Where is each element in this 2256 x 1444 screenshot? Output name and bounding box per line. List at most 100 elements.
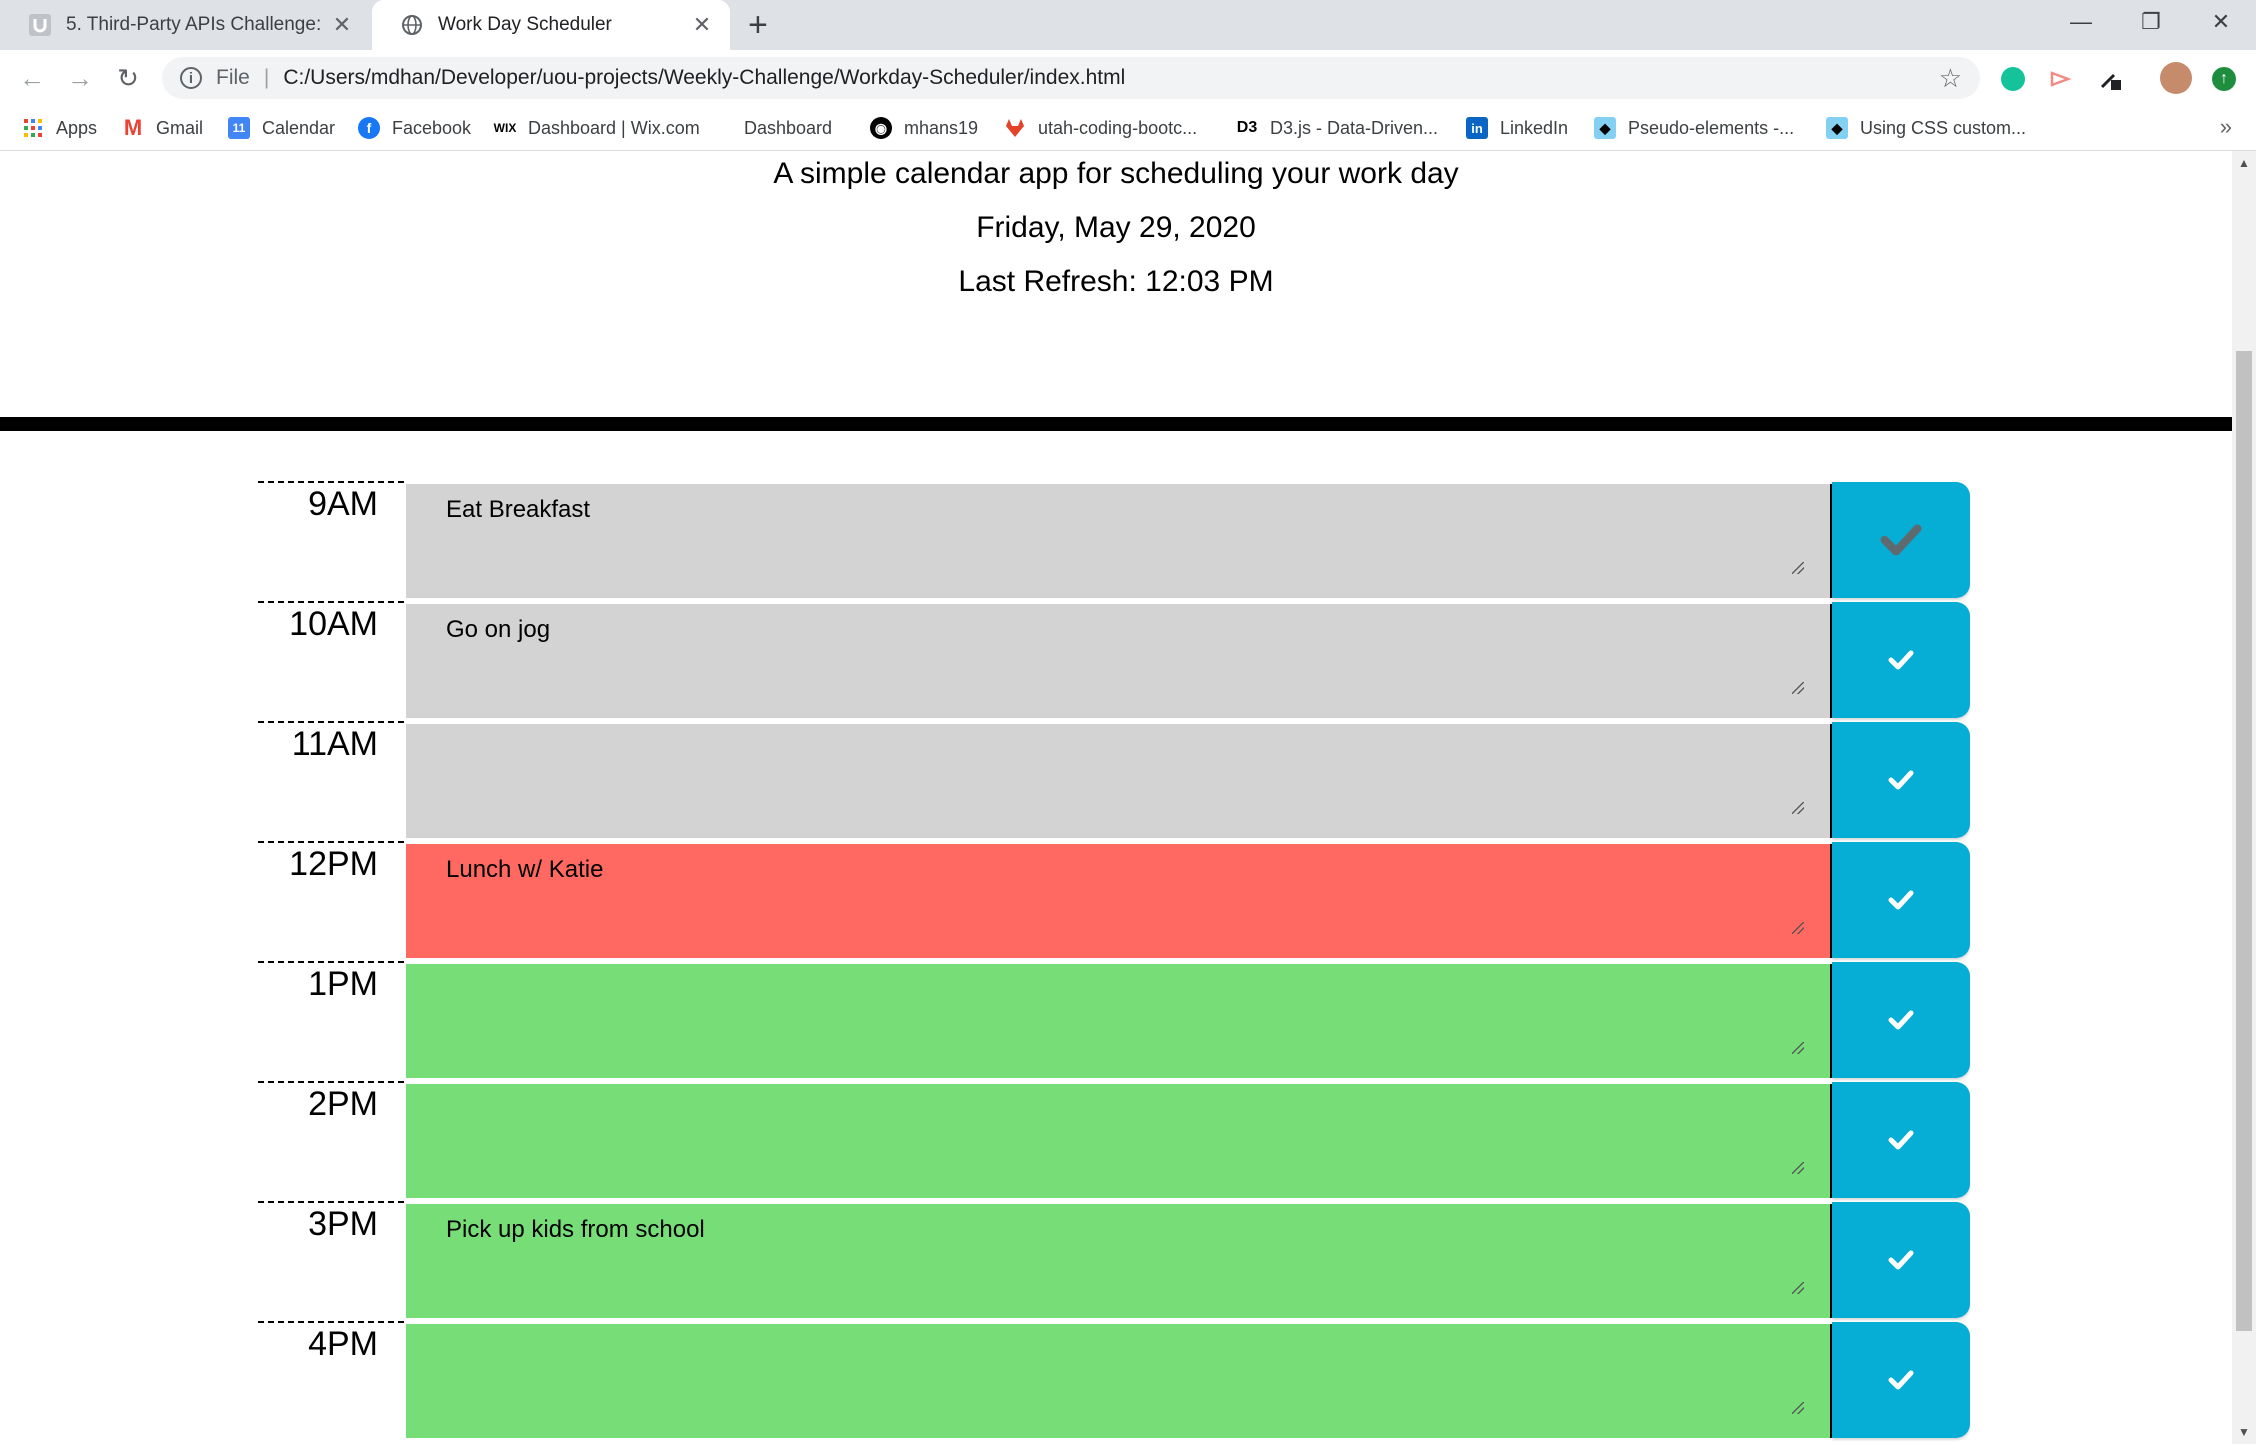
- save-button[interactable]: [1832, 1082, 1970, 1198]
- bookmark-github[interactable]: ◉ mhans19: [870, 106, 978, 150]
- bookmark-apps[interactable]: Apps: [22, 106, 97, 150]
- github-icon: ◉: [870, 117, 892, 139]
- update-arrow-icon[interactable]: ↑: [2212, 67, 2236, 91]
- resize-grip-icon[interactable]: [1792, 922, 1804, 934]
- apps-grid-icon: [22, 117, 44, 139]
- close-tab-icon[interactable]: ✕: [330, 12, 354, 37]
- resize-grip-icon[interactable]: [1792, 682, 1804, 694]
- page-lead: A simple calendar app for scheduling you…: [773, 157, 1459, 190]
- bookmark-wix[interactable]: WIX Dashboard | Wix.com: [494, 106, 700, 150]
- hour-label: 4PM: [258, 1321, 404, 1441]
- bookmark-calendar[interactable]: 11 Calendar: [228, 106, 335, 150]
- close-tab-icon[interactable]: ✕: [690, 12, 714, 37]
- close-window-icon[interactable]: ✕: [2186, 0, 2256, 44]
- resize-grip-icon[interactable]: [1792, 1042, 1804, 1054]
- minimize-icon[interactable]: —: [2046, 0, 2116, 44]
- scroll-up-arrow-icon[interactable]: ▲: [2232, 151, 2256, 175]
- facebook-icon: f: [358, 117, 380, 139]
- save-button[interactable]: [1832, 722, 1970, 838]
- event-text: Eat Breakfast: [446, 496, 591, 523]
- checkmark-icon: [1888, 770, 1914, 790]
- save-button[interactable]: [1832, 602, 1970, 718]
- bookmark-label: Calendar: [262, 117, 336, 138]
- bookmark-gitlab[interactable]: utah-coding-bootc...: [1004, 106, 1197, 150]
- wix-icon: WIX: [493, 121, 517, 135]
- event-description-textarea[interactable]: Pick up kids from school: [406, 1204, 1832, 1318]
- bookmark-label: Dashboard: [744, 117, 833, 138]
- globe-icon: [400, 13, 424, 37]
- forward-arrow-icon[interactable]: →: [62, 60, 98, 96]
- vertical-scrollbar[interactable]: ▲ ▼: [2232, 151, 2256, 1444]
- bookmark-dashboard[interactable]: Dashboard: [726, 106, 832, 150]
- bookmark-label: utah-coding-bootc...: [1038, 117, 1198, 138]
- bookmark-label: Using CSS custom...: [1860, 117, 2027, 138]
- event-text: Lunch w/ Katie: [446, 856, 604, 883]
- more-bookmarks-chevron-icon[interactable]: »: [2220, 114, 2232, 140]
- blank-icon: [726, 117, 732, 139]
- event-description-textarea[interactable]: Eat Breakfast: [406, 484, 1832, 598]
- last-refresh: Last Refresh: 12:03 PM: [958, 265, 1274, 298]
- event-description-textarea[interactable]: Lunch w/ Katie: [406, 844, 1832, 958]
- eyedropper-extension-icon[interactable]: [2098, 67, 2122, 91]
- restore-icon[interactable]: ❐: [2116, 0, 2186, 44]
- checkmark-icon: [1880, 524, 1922, 556]
- url-text[interactable]: C:/Users/mdhan/Developer/uou-projects/We…: [283, 66, 1125, 90]
- address-separator: |: [263, 66, 270, 89]
- grammarly-icon[interactable]: [2001, 67, 2025, 91]
- event-description-textarea[interactable]: [406, 964, 1832, 1078]
- bookmark-gmail[interactable]: M Gmail: [122, 106, 203, 150]
- bookmark-css-custom[interactable]: ◆ Using CSS custom...: [1826, 106, 2026, 150]
- time-block-row: 3PM Pick up kids from school: [258, 1201, 1970, 1321]
- scrollbar-thumb[interactable]: [2236, 351, 2252, 1331]
- calendar-icon: 11: [228, 117, 250, 139]
- mdn-icon: ◆: [1594, 117, 1616, 139]
- cast-extension-icon[interactable]: [2048, 67, 2072, 91]
- bookmark-label: Facebook: [392, 117, 472, 138]
- bookmark-label: Apps: [56, 117, 98, 138]
- hour-label: 2PM: [258, 1081, 404, 1201]
- tab-strip: 5. Third-Party APIs Challenge: Wo ✕ Work…: [0, 0, 2256, 50]
- bookmark-d3[interactable]: D3 D3.js - Data-Driven...: [1236, 106, 1438, 150]
- event-description-textarea[interactable]: Go on jog: [406, 604, 1832, 718]
- time-block-row: 12PM Lunch w/ Katie: [258, 841, 1970, 961]
- gmail-icon: M: [123, 115, 143, 140]
- event-description-textarea[interactable]: [406, 1084, 1832, 1198]
- scheme-label: File: [216, 66, 250, 89]
- hour-label: 10AM: [258, 601, 404, 721]
- save-button[interactable]: [1832, 1202, 1970, 1318]
- info-icon[interactable]: i: [180, 67, 202, 89]
- save-button[interactable]: [1832, 1322, 1970, 1438]
- tab-title: Work Day Scheduler: [438, 14, 612, 35]
- save-button[interactable]: [1832, 962, 1970, 1078]
- resize-grip-icon[interactable]: [1792, 1402, 1804, 1414]
- event-description-textarea[interactable]: [406, 724, 1832, 838]
- bookmark-linkedin[interactable]: in LinkedIn: [1466, 106, 1568, 150]
- checkmark-icon: [1888, 1370, 1914, 1390]
- mdn-icon: ◆: [1826, 117, 1848, 139]
- event-text: Pick up kids from school: [446, 1216, 705, 1243]
- resize-grip-icon[interactable]: [1792, 802, 1804, 814]
- event-description-textarea[interactable]: [406, 1324, 1832, 1438]
- current-day: Friday, May 29, 2020: [976, 211, 1256, 244]
- save-button[interactable]: [1832, 842, 1970, 958]
- checkmark-icon: [1888, 1130, 1914, 1150]
- resize-grip-icon[interactable]: [1792, 1282, 1804, 1294]
- tab-work-day-scheduler[interactable]: Work Day Scheduler ✕: [372, 0, 730, 50]
- bookmark-pseudo-elements[interactable]: ◆ Pseudo-elements -...: [1594, 106, 1794, 150]
- resize-grip-icon[interactable]: [1792, 562, 1804, 574]
- save-button[interactable]: [1832, 482, 1970, 598]
- new-tab-button[interactable]: +: [748, 8, 768, 42]
- back-arrow-icon[interactable]: ←: [14, 60, 50, 96]
- address-bar[interactable]: i File | C:/Users/mdhan/Developer/uou-pr…: [162, 57, 1980, 99]
- bookmark-facebook[interactable]: f Facebook: [358, 106, 471, 150]
- reload-icon[interactable]: ↻: [110, 60, 146, 96]
- bookmark-label: Pseudo-elements -...: [1628, 117, 1795, 138]
- tab-third-party-apis[interactable]: 5. Third-Party APIs Challenge: Wo ✕: [0, 0, 370, 50]
- profile-avatar[interactable]: [2160, 62, 2192, 94]
- star-bookmark-icon[interactable]: ☆: [1939, 63, 1962, 94]
- checkmark-icon: [1888, 1010, 1914, 1030]
- resize-grip-icon[interactable]: [1792, 1162, 1804, 1174]
- hour-label: 1PM: [258, 961, 404, 1081]
- event-text: Go on jog: [446, 616, 551, 643]
- scroll-down-arrow-icon[interactable]: ▼: [2232, 1420, 2256, 1444]
